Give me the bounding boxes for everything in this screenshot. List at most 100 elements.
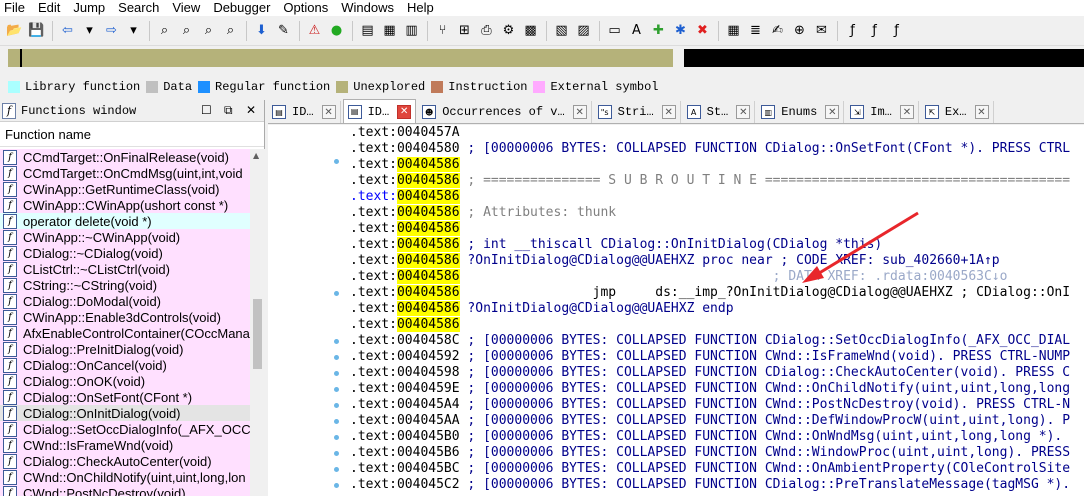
function-list-item[interactable]: f CDialog::SetOccDialogInfo(_AFX_OCC_I bbox=[0, 421, 250, 437]
function-name-column-header[interactable]: Function name bbox=[0, 122, 264, 147]
disassembly-line[interactable]: .text:00404592 ; [00000006 BYTES: COLLAP… bbox=[350, 349, 1084, 365]
function-list-item[interactable]: f CWinApp::Enable3dControls(void) bbox=[0, 309, 250, 325]
forward-icon[interactable]: ⇨ bbox=[101, 20, 122, 41]
search-plus-icon[interactable]: ⊕ bbox=[789, 20, 810, 41]
breakpoint-bullet[interactable] bbox=[334, 339, 339, 344]
disassembly-line[interactable]: .text:00404580 ; [00000006 BYTES: COLLAP… bbox=[350, 141, 1084, 157]
tab-4[interactable]: A St… ✕ bbox=[682, 101, 756, 123]
add-segment-icon[interactable]: ▭ bbox=[604, 20, 625, 41]
function-list-item[interactable]: f operator delete(void *) bbox=[0, 213, 250, 229]
tab-close-icon[interactable]: ✕ bbox=[736, 105, 751, 119]
tab-5[interactable]: ▥ Enums ✕ bbox=[757, 101, 845, 123]
menu-search[interactable]: Search bbox=[114, 0, 168, 16]
disassembly-line[interactable]: .text:00404598 ; [00000006 BYTES: COLLAP… bbox=[350, 365, 1084, 381]
function-list-scrollbar[interactable]: ▲ bbox=[250, 149, 265, 496]
function-list-item[interactable]: f CCmdTarget::OnFinalRelease(void) bbox=[0, 149, 250, 165]
function-list-item[interactable]: f CCmdTarget::OnCmdMsg(uint,int,void bbox=[0, 165, 250, 181]
search-next-icon[interactable]: ⌕ bbox=[198, 20, 219, 41]
function-list-item[interactable]: f CDialog::OnCancel(void) bbox=[0, 357, 250, 373]
xref-icon[interactable]: ✎ bbox=[273, 20, 294, 41]
function-list-item[interactable]: f CDialog::OnInitDialog(void) bbox=[0, 405, 250, 421]
disassembly-line[interactable]: .text:00404586 ?OnInitDialog@CDialog@@UA… bbox=[350, 301, 1084, 317]
function-list-item[interactable]: f CListCtrl::~CListCtrl(void) bbox=[0, 261, 250, 277]
breakpoint-bullet[interactable] bbox=[334, 355, 339, 360]
float-icon[interactable]: ⧉ bbox=[224, 103, 233, 118]
tab-close-icon[interactable]: ✕ bbox=[825, 105, 840, 119]
breakpoint-bullet[interactable] bbox=[334, 451, 339, 456]
disassembly-line[interactable]: .text:00404586 bbox=[350, 317, 1084, 333]
disassembly-line[interactable]: .text:00404586 jmp ds:__imp_?OnInitDialo… bbox=[350, 285, 1084, 301]
tab-1[interactable]: ▤ ID… ✕ bbox=[342, 99, 417, 123]
breakpoint-bullet[interactable] bbox=[334, 483, 339, 488]
disassembly-line[interactable]: .text:004045AA ; [00000006 BYTES: COLLAP… bbox=[350, 413, 1084, 429]
disassembly-line[interactable]: .text:00404586 ; Attributes: thunk bbox=[350, 205, 1084, 221]
function-list-item[interactable]: f CDialog::~CDialog(void) bbox=[0, 245, 250, 261]
disassembly-view[interactable]: .text:0040457A .text:00404580 ; [00000006… bbox=[268, 125, 1084, 496]
tab-close-icon[interactable]: ✕ bbox=[899, 105, 914, 119]
note-icon[interactable]: ✉ bbox=[811, 20, 832, 41]
disassembly-line[interactable]: .text:0040458C ; [00000006 BYTES: COLLAP… bbox=[350, 333, 1084, 349]
python-icon[interactable]: ƒ bbox=[886, 20, 907, 41]
disassembly-line[interactable]: .text:004045A4 ; [00000006 BYTES: COLLAP… bbox=[350, 397, 1084, 413]
calculator-icon[interactable]: ▦ bbox=[723, 20, 744, 41]
menu-view[interactable]: View bbox=[168, 0, 209, 16]
navigation-band-external[interactable] bbox=[684, 49, 1084, 67]
function-list-item[interactable]: f CDialog::OnSetFont(CFont *) bbox=[0, 389, 250, 405]
function-list-item[interactable]: f CDialog::OnOK(void) bbox=[0, 373, 250, 389]
menu-windows[interactable]: Windows bbox=[337, 0, 403, 16]
function-list-item[interactable]: f CDialog::PreInitDialog(void) bbox=[0, 341, 250, 357]
text-search-icon[interactable]: ⌕ bbox=[176, 20, 197, 41]
disassembly-line[interactable]: .text:00404586 ; =============== S U B R… bbox=[350, 173, 1084, 189]
menu-file[interactable]: File bbox=[0, 0, 34, 16]
breakpoint-bullet[interactable] bbox=[334, 419, 339, 424]
tab-close-icon[interactable]: ✕ bbox=[572, 105, 587, 119]
tab-7[interactable]: ⇱ Ex… ✕ bbox=[920, 101, 994, 123]
script-icon[interactable]: ƒ bbox=[864, 20, 885, 41]
function-list-item[interactable]: f AfxEnableControlContainer(COccMana bbox=[0, 325, 250, 341]
print-icon[interactable]: ⎙ bbox=[476, 20, 497, 41]
scrollbar-thumb[interactable] bbox=[253, 299, 262, 369]
tab-2[interactable]: ☻ Occurrences of v… ✕ bbox=[418, 101, 592, 123]
function-list-item[interactable]: f CString::~CString(void) bbox=[0, 277, 250, 293]
breakpoint-bullet[interactable] bbox=[334, 435, 339, 440]
menu-help[interactable]: Help bbox=[403, 0, 443, 16]
search-immediate-icon[interactable]: ⌕ bbox=[220, 20, 241, 41]
tab-3[interactable]: "s Stri… ✕ bbox=[593, 101, 681, 123]
disassembly-line[interactable]: .text:00404586 ; DATA XREF: .rdata:00405… bbox=[350, 269, 1084, 285]
add-breakpoint-icon[interactable]: ✱ bbox=[670, 20, 691, 41]
disassembly-line[interactable]: .text:004045C2 ; [00000006 BYTES: COLLAP… bbox=[350, 477, 1084, 493]
function-list-item[interactable]: f CDialog::CheckAutoCenter(void) bbox=[0, 453, 250, 469]
text-editor-icon[interactable]: ✍ bbox=[767, 20, 788, 41]
forward-dropdown-icon[interactable]: ▾ bbox=[123, 20, 144, 41]
disassembly-line[interactable]: .text:0040457A bbox=[350, 125, 1084, 141]
breakpoint-bullet[interactable] bbox=[334, 291, 339, 296]
tab-close-icon[interactable]: ✕ bbox=[661, 105, 676, 119]
menu-debugger[interactable]: Debugger bbox=[209, 0, 279, 16]
back-dropdown-icon[interactable]: ▾ bbox=[79, 20, 100, 41]
graph-icon[interactable]: ⊞ bbox=[454, 20, 475, 41]
menu-options[interactable]: Options bbox=[279, 0, 337, 16]
warning-icon[interactable]: ⚠ bbox=[304, 20, 325, 41]
binary-search-icon[interactable]: ⌕ bbox=[154, 20, 175, 41]
function-list-item[interactable]: f CWinApp::CWinApp(ushort const *) bbox=[0, 197, 250, 213]
strings-view-icon[interactable]: ▧ bbox=[551, 20, 572, 41]
disassembly-line[interactable]: .text:00404586 bbox=[350, 221, 1084, 237]
patch-icon[interactable]: ✚ bbox=[648, 20, 669, 41]
wingraph-icon[interactable]: ⚙ bbox=[498, 20, 519, 41]
menu-edit[interactable]: Edit bbox=[34, 0, 69, 16]
breakpoint-bullet[interactable] bbox=[334, 403, 339, 408]
scroll-up-icon[interactable]: ▲ bbox=[253, 151, 259, 160]
disassembly-line[interactable]: .text:00404586 ?OnInitDialog@CDialog@@UA… bbox=[350, 253, 1084, 269]
enums-icon[interactable]: ▥ bbox=[401, 20, 422, 41]
tab-close-icon[interactable]: ✕ bbox=[397, 104, 412, 119]
navigation-band-unexplored[interactable] bbox=[8, 49, 673, 67]
disassembly-line[interactable]: .text:004045B0 ; [00000006 BYTES: COLLAP… bbox=[350, 429, 1084, 445]
function-list-item[interactable]: f CWinApp::GetRuntimeClass(void) bbox=[0, 181, 250, 197]
breakpoint-bullet[interactable] bbox=[334, 467, 339, 472]
tab-close-icon[interactable]: ✕ bbox=[321, 105, 336, 119]
close-icon[interactable]: ✕ bbox=[246, 103, 256, 117]
open-icon[interactable]: 📂 bbox=[4, 20, 25, 41]
restore-icon[interactable]: ☐ bbox=[201, 103, 212, 117]
tab-0[interactable]: ▤ ID… ✕ bbox=[268, 101, 341, 123]
disassembly-line[interactable]: .text:0040459E ; [00000006 BYTES: COLLAP… bbox=[350, 381, 1084, 397]
